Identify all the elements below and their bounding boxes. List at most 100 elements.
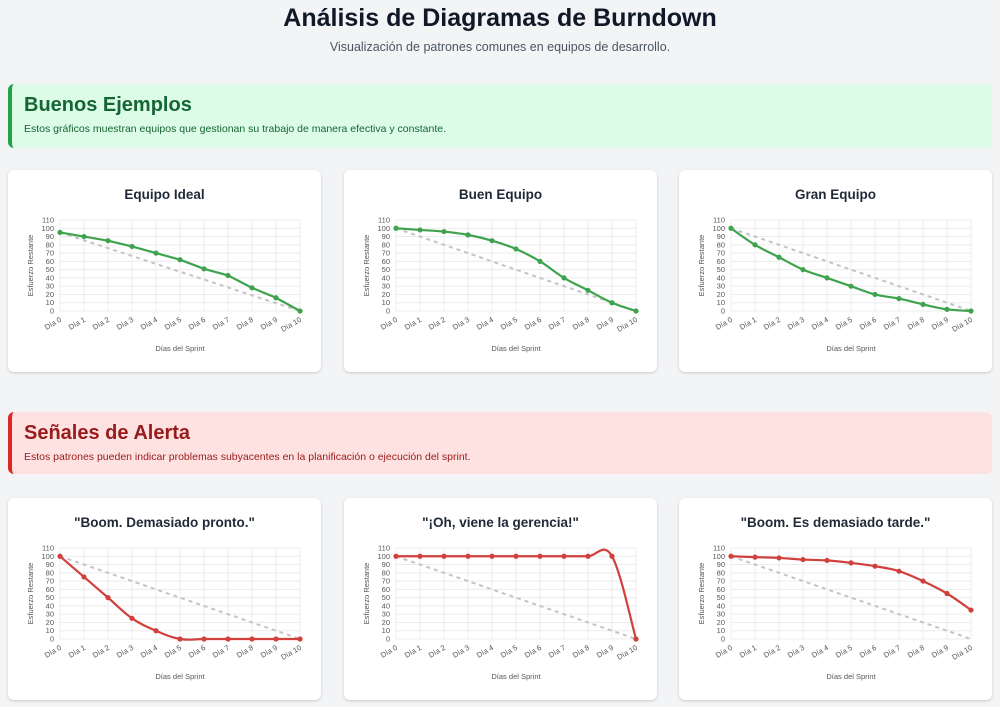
y-tick-label: 80 (717, 568, 725, 577)
x-tick-label: Día 6 (523, 643, 543, 660)
y-tick-label: 70 (46, 249, 54, 258)
y-tick-label: 60 (717, 257, 725, 266)
y-tick-label: 60 (382, 257, 390, 266)
y-tick-label: 50 (717, 265, 725, 274)
data-point (105, 595, 111, 601)
x-tick-label: Día 8 (235, 643, 255, 660)
data-point (776, 254, 782, 260)
x-tick-label: Día 7 (547, 643, 567, 660)
x-tick-label: Día 8 (571, 643, 591, 660)
x-tick-label: Día 0 (43, 315, 63, 332)
x-tick-label: Día 0 (714, 315, 734, 332)
y-tick-label: 80 (46, 240, 54, 249)
y-tick-label: 110 (713, 544, 725, 553)
data-point (81, 233, 87, 240)
data-point (609, 300, 615, 306)
x-tick-label: Día 0 (714, 643, 734, 660)
chart-buen-equipo: Buen Equipo 0102030405060708090100110 Día … (362, 187, 639, 353)
y-tick-label: 20 (46, 290, 54, 299)
x-tick-label: Día 4 (810, 315, 830, 332)
y-tick-label: 60 (46, 257, 54, 266)
y-tick-label: 50 (46, 265, 54, 274)
x-tick-label: Día 6 (858, 643, 878, 660)
y-tick-label: 110 (42, 544, 54, 553)
data-point (273, 295, 279, 301)
y-tick-label: 20 (717, 290, 725, 299)
y-tick-label: 100 (712, 224, 725, 233)
alert-signals-title: Señales de Alerta (24, 422, 191, 444)
data-point (633, 636, 639, 642)
y-tick-label: 30 (382, 282, 390, 291)
data-point (968, 607, 974, 613)
y-tick-label: 60 (717, 585, 725, 594)
data-point (177, 636, 183, 642)
x-tick-label: Día 5 (834, 315, 854, 332)
x-tick-label: Día 6 (187, 315, 207, 332)
y-tick-label: 100 (712, 552, 725, 561)
y-tick-label: 80 (46, 568, 54, 577)
x-tick-label: Día 10 (279, 643, 303, 662)
data-point (585, 553, 591, 559)
y-tick-label: 80 (717, 240, 725, 249)
y-tick-label: 20 (717, 618, 725, 627)
x-tick-label: Día 1 (403, 643, 423, 660)
y-axis-label: Esfuerzo Restante (697, 563, 706, 625)
data-point (417, 553, 423, 559)
x-tick-label: Día 5 (163, 315, 183, 332)
data-point (441, 228, 447, 235)
good-examples-banner: Buenos Ejemplos Estos gráficos muestran … (8, 84, 992, 148)
data-point (920, 578, 926, 584)
y-tick-label: 90 (382, 560, 390, 569)
data-point (297, 636, 303, 642)
y-tick-label: 80 (382, 240, 390, 249)
data-point (465, 232, 471, 238)
y-tick-label: 0 (721, 635, 725, 644)
data-point (393, 225, 399, 231)
data-point (872, 563, 878, 569)
data-point (824, 275, 830, 281)
data-point (513, 246, 519, 252)
y-tick-label: 0 (50, 307, 54, 316)
x-tick-label: Día 9 (259, 315, 279, 332)
y-tick-label: 70 (46, 577, 54, 586)
x-tick-label: Día 6 (187, 643, 207, 660)
y-tick-label: 70 (382, 577, 390, 586)
data-point (609, 553, 615, 559)
chart-card-buen-equipo: Buen Equipo 0 10 20 30 40 50 60 70 80 90 100 110 Día … (344, 170, 657, 372)
chart-equipo-ideal: Equipo Ideal 0102030405060708090100110 Día… (26, 187, 303, 353)
y-tick-label: 30 (717, 610, 725, 619)
x-tick-label: Día 7 (547, 315, 567, 332)
data-point (297, 308, 303, 314)
y-tick-label: 100 (377, 552, 390, 561)
data-point (489, 553, 495, 559)
good-examples-description: Estos gráficos muestran equipos que gest… (24, 123, 446, 135)
data-point (489, 238, 495, 244)
y-tick-label: 40 (46, 273, 54, 282)
x-tick-label: Día 10 (950, 643, 974, 662)
x-tick-label: Día 3 (451, 643, 471, 660)
y-tick-label: 0 (386, 307, 390, 316)
data-point (896, 568, 902, 574)
x-tick-label: Día 10 (615, 643, 639, 662)
y-tick-label: 40 (717, 601, 725, 610)
y-tick-label: 20 (46, 618, 54, 627)
x-tick-label: Día 2 (427, 643, 447, 660)
x-tick-label: Día 8 (906, 315, 926, 332)
y-tick-label: 70 (382, 249, 390, 258)
x-axis-label: Días del Sprint (826, 344, 876, 353)
data-point (105, 238, 111, 244)
y-tick-label: 0 (50, 635, 54, 644)
x-tick-label: Día 8 (571, 315, 591, 332)
chart-boom-demasiado-tarde: "Boom. Es demasiado tarde." 0102030405060… (697, 515, 974, 681)
x-tick-label: Día 7 (211, 643, 231, 660)
x-axis-label: Días del Sprint (491, 344, 541, 353)
y-tick-label: 90 (717, 232, 725, 241)
y-tick-label: 50 (382, 265, 390, 274)
chart-title: Equipo Ideal (124, 187, 204, 202)
x-tick-label: Día 0 (379, 315, 399, 332)
chart-title: "¡Oh, viene la gerencia!" (422, 515, 579, 530)
data-point (225, 636, 231, 642)
y-axis-label: Esfuerzo Restante (697, 235, 706, 297)
data-point (800, 267, 806, 273)
data-point (896, 295, 902, 302)
